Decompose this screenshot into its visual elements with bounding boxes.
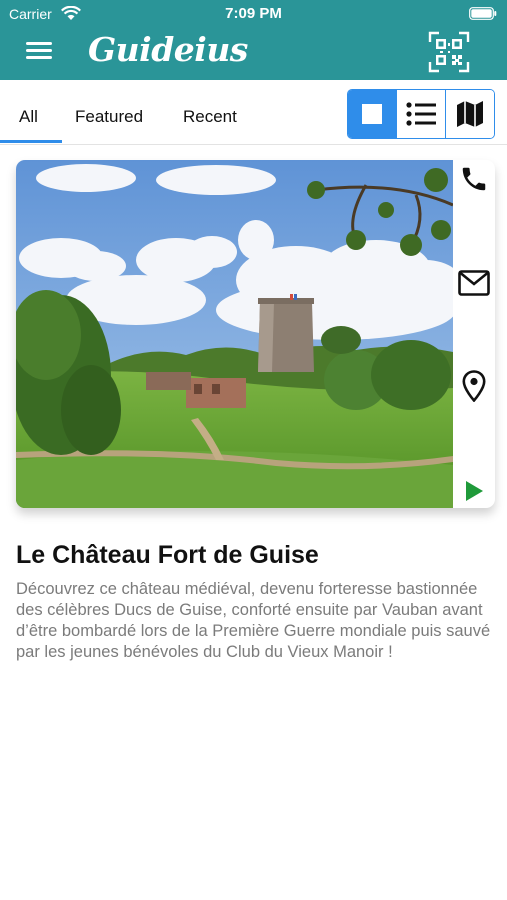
hamburger-icon-bar	[26, 56, 52, 59]
view-single-button[interactable]	[348, 90, 396, 138]
play-audio-button[interactable]	[457, 474, 491, 508]
view-list-button[interactable]	[396, 90, 445, 138]
place-actions	[453, 160, 495, 508]
status-time: 7:09 PM	[225, 5, 282, 22]
view-mode-toggle	[347, 89, 495, 139]
nav-bar: Guideius	[0, 28, 507, 80]
place-photo[interactable]	[16, 160, 453, 508]
app-header: Carrier 7:09 PM Guideius	[0, 0, 507, 80]
square-icon	[362, 104, 382, 124]
hamburger-icon-bar	[26, 49, 52, 52]
hamburger-icon	[26, 42, 52, 45]
play-icon	[466, 481, 483, 501]
view-map-button[interactable]	[445, 90, 494, 138]
tab-recent[interactable]: Recent	[183, 107, 237, 127]
place-card[interactable]	[16, 160, 495, 508]
place-description: Découvrez ce château médiéval, devenu fo…	[16, 580, 491, 661]
qr-code-icon	[428, 31, 470, 73]
phone-icon	[462, 167, 486, 191]
email-button[interactable]	[457, 266, 491, 300]
location-pin-icon	[462, 370, 486, 402]
list-icon	[406, 102, 436, 126]
location-button[interactable]	[457, 369, 491, 403]
qr-scan-button[interactable]	[428, 31, 470, 73]
tab-all[interactable]: All	[19, 107, 38, 127]
tab-featured[interactable]: Featured	[75, 107, 143, 127]
map-icon	[457, 101, 483, 127]
app-logo: Guideius	[88, 30, 248, 69]
castle-photo-image	[16, 160, 453, 508]
hamburger-menu-button[interactable]	[22, 38, 58, 64]
screen: Carrier 7:09 PM Guideius All Featured Re…	[0, 0, 507, 900]
status-bar: Carrier 7:09 PM	[0, 0, 507, 28]
mail-icon	[458, 270, 490, 296]
place-title: Le Château Fort de Guise	[16, 541, 319, 569]
tab-selected-indicator	[0, 140, 62, 143]
call-button[interactable]	[457, 162, 491, 196]
battery-icon	[469, 7, 497, 20]
